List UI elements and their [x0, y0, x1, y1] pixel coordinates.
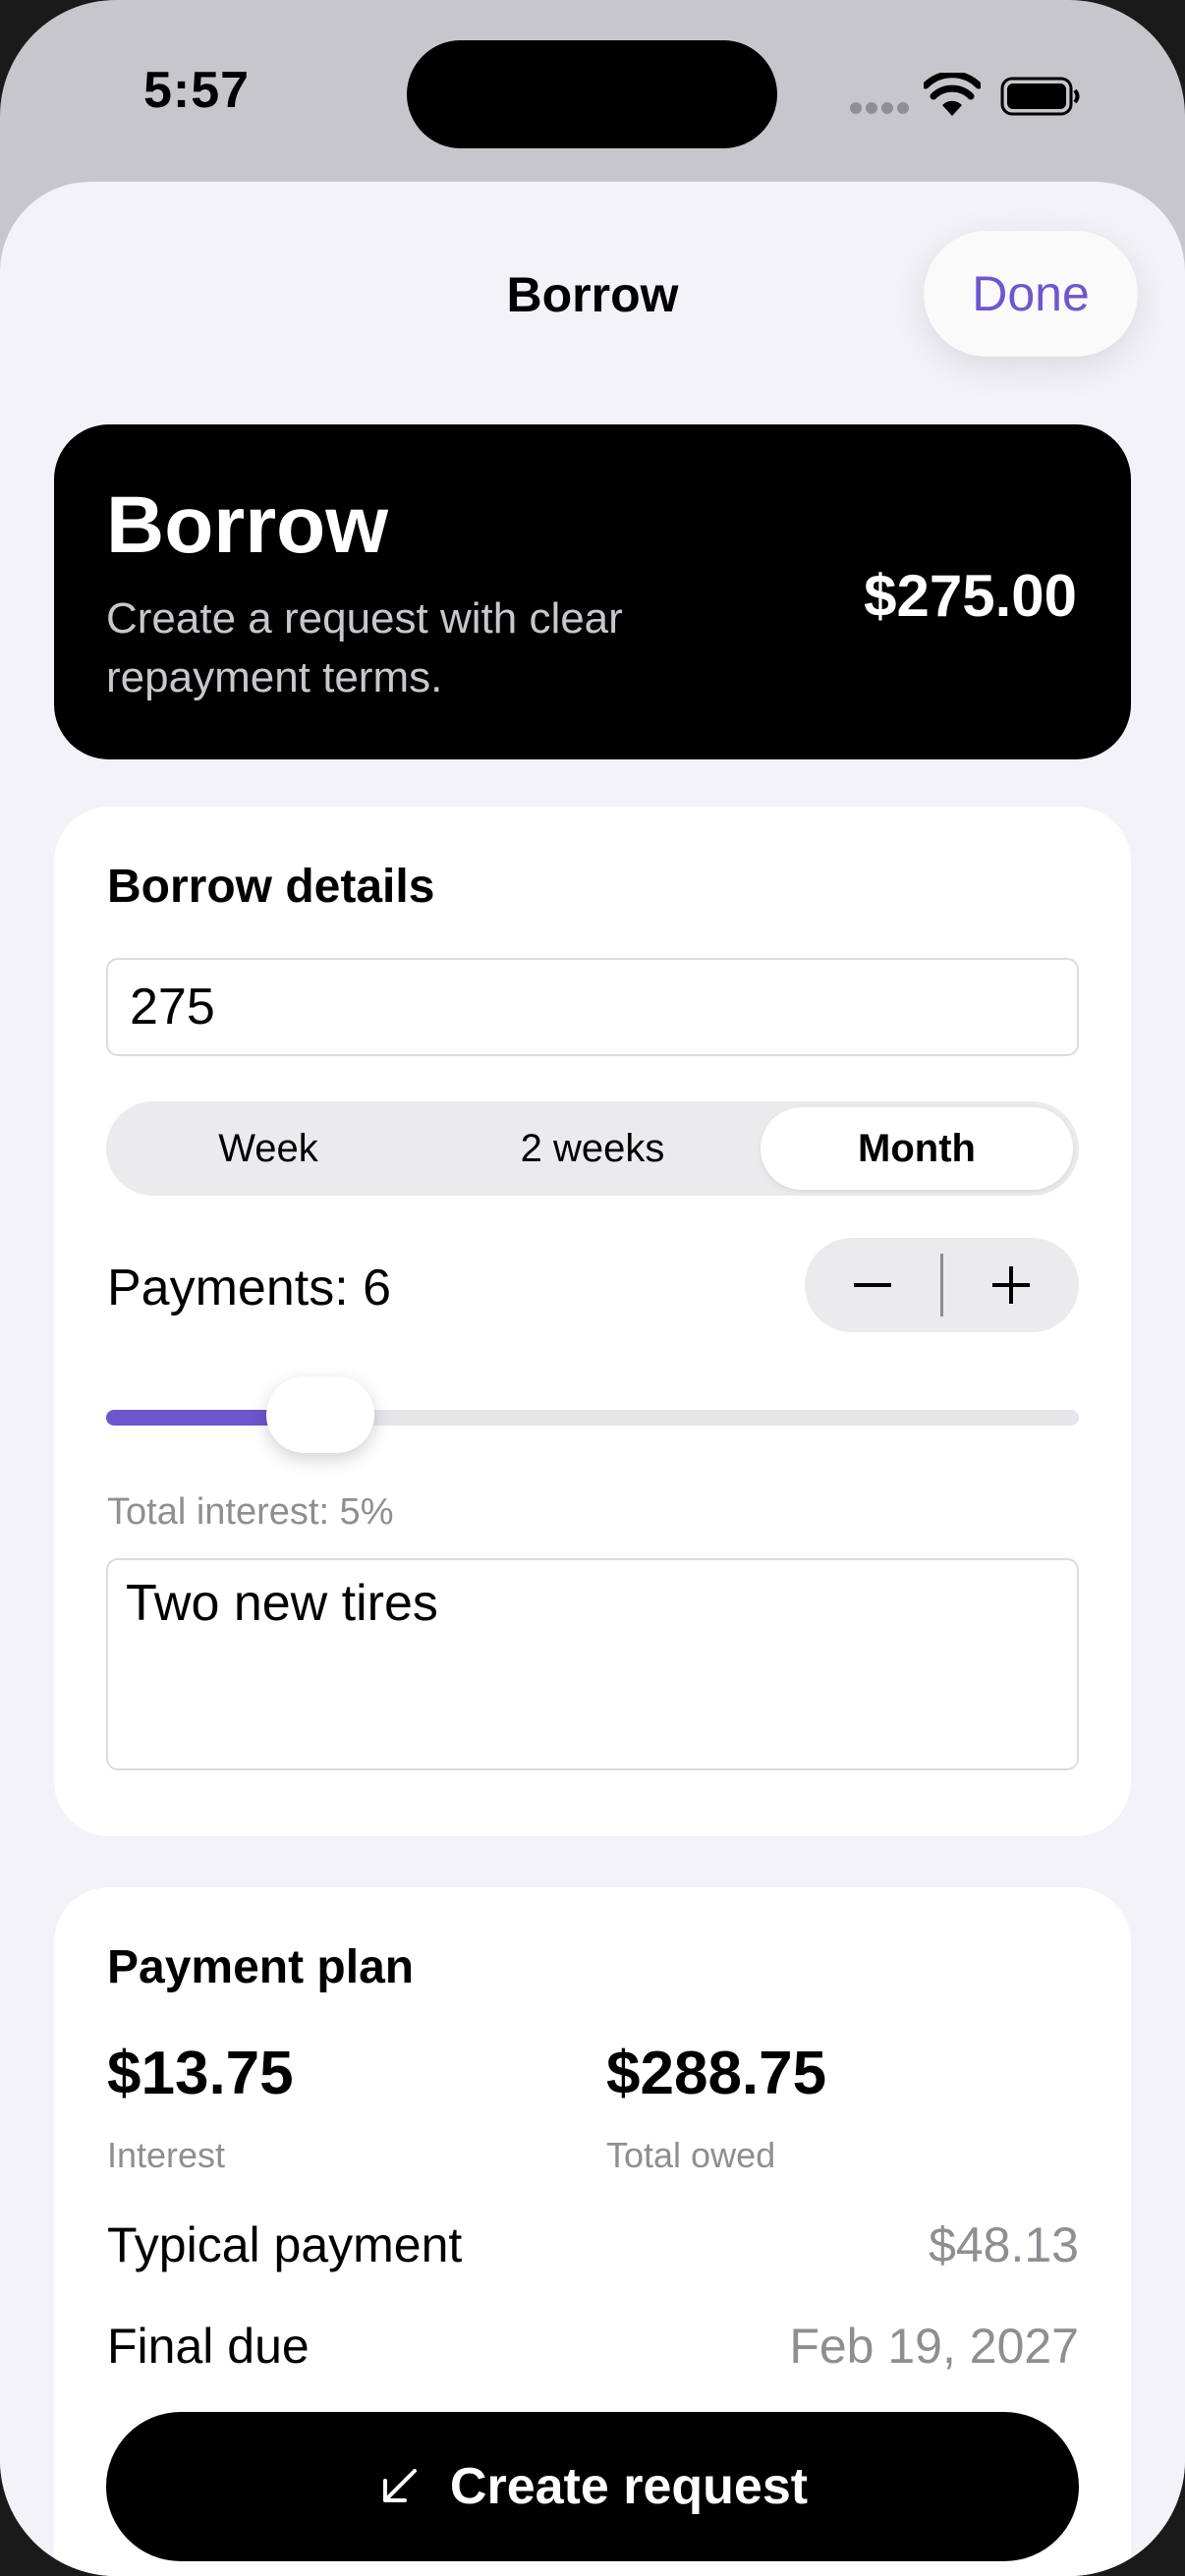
frequency-segmented-control: Week 2 weeks Month [106, 1101, 1079, 1196]
frequency-option-month[interactable]: Month [761, 1107, 1073, 1190]
typical-payment-label: Typical payment [107, 2217, 463, 2272]
status-bar: 5:57 [0, 0, 1185, 187]
hero-amount: $275.00 [864, 563, 1077, 629]
frequency-option-2-weeks[interactable]: 2 weeks [436, 1107, 749, 1190]
plus-icon [992, 1266, 1030, 1304]
decrement-button[interactable] [805, 1238, 940, 1332]
dynamic-island [407, 40, 777, 148]
increment-button[interactable] [943, 1238, 1079, 1332]
borrow-sheet: Borrow Done Borrow Create a request with… [0, 182, 1185, 2576]
minus-icon [854, 1283, 891, 1287]
interest-note: Total interest: 5% [107, 1491, 394, 1533]
create-request-label: Create request [449, 2458, 809, 2515]
interest-value: $13.75 [107, 2040, 294, 2107]
typical-payment-value: $48.13 [929, 2217, 1079, 2272]
frequency-option-week[interactable]: Week [112, 1107, 424, 1190]
amount-input[interactable] [106, 958, 1079, 1056]
nav-title: Borrow [506, 267, 679, 322]
borrow-details-card: Borrow details Week 2 weeks Month Paymen… [54, 807, 1131, 1836]
final-due-label: Final due [107, 2319, 310, 2374]
final-due-value: Feb 19, 2027 [789, 2319, 1079, 2374]
details-heading: Borrow details [107, 861, 435, 913]
total-owed-value: $288.75 [606, 2040, 827, 2107]
arrow-down-left-icon [382, 2469, 417, 2502]
done-button[interactable]: Done [924, 231, 1138, 357]
battery-icon [1000, 77, 1080, 116]
hero-card: Borrow Create a request with clear repay… [54, 424, 1131, 759]
plan-heading: Payment plan [107, 1941, 415, 1993]
cellular-signal-icon [850, 102, 909, 116]
total-owed-label: Total owed [606, 2135, 776, 2175]
create-request-button[interactable]: Create request [106, 2412, 1079, 2561]
status-time: 5:57 [142, 62, 251, 119]
payments-slider[interactable] [106, 1376, 1079, 1453]
payments-stepper [805, 1238, 1079, 1332]
hero-subtitle: Create a request with clear repayment te… [106, 594, 623, 701]
hero-title: Borrow [106, 480, 388, 570]
payments-count-label: Payments: 6 [107, 1260, 392, 1316]
phone-screen: 5:57 Borrow Done Borrow Create a request… [0, 0, 1185, 2576]
wifi-icon [924, 73, 981, 116]
note-input[interactable]: Two new tires [106, 1558, 1079, 1770]
interest-label: Interest [107, 2135, 226, 2175]
slider-thumb[interactable] [265, 1376, 374, 1453]
